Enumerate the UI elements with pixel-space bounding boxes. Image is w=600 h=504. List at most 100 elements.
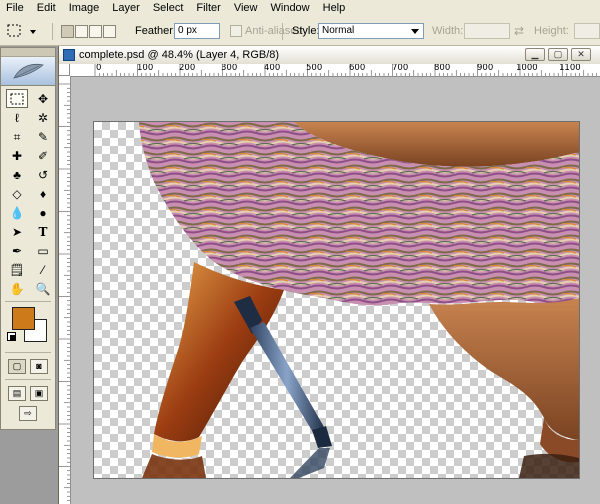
ruler-origin[interactable] xyxy=(59,64,70,76)
canvas-workspace[interactable] xyxy=(71,77,600,504)
swap-dimensions-icon[interactable]: ⇄ xyxy=(514,24,524,38)
feather-icon xyxy=(13,63,44,79)
pen-tool[interactable]: ✒ xyxy=(6,241,28,260)
dodge-tool[interactable]: ● xyxy=(32,203,54,222)
jump-row: ⇨ xyxy=(1,403,55,423)
shape-tool[interactable]: ▭ xyxy=(32,241,54,260)
ruler-label: 800 xyxy=(434,64,451,73)
color-swatches xyxy=(1,305,55,349)
magic-wand-tool[interactable]: ✲ xyxy=(32,108,54,127)
clone-stamp-icon: ♣ xyxy=(13,167,21,182)
clone-stamp-tool[interactable]: ♣ xyxy=(6,165,28,184)
menu-file[interactable]: File xyxy=(0,0,31,17)
zoom-tool[interactable]: 🔍 xyxy=(32,279,54,298)
intersect-selection-button[interactable] xyxy=(103,24,116,38)
paint-bucket-icon: ♦ xyxy=(39,186,47,201)
ruler-label: 1100 xyxy=(559,64,581,73)
lasso-icon: ℓ xyxy=(15,110,19,125)
width-label: Width: xyxy=(432,25,464,37)
eraser-icon: ◇ xyxy=(12,186,22,201)
document-titlebar[interactable]: complete.psd @ 48.4% (Layer 4, RGB/8) ▁ … xyxy=(59,46,600,65)
foreground-color-swatch[interactable] xyxy=(12,307,35,330)
width-input[interactable] xyxy=(464,23,510,39)
menu-window[interactable]: Window xyxy=(265,0,317,17)
ruler-label: 500 xyxy=(306,64,323,73)
menu-help[interactable]: Help xyxy=(317,0,353,17)
window-controls: ▁ ▢ ✕ xyxy=(525,48,591,61)
feather-input[interactable]: 0 px xyxy=(174,23,220,39)
toolbox-separator xyxy=(5,352,51,353)
notes-tool[interactable]: 🗒 xyxy=(6,260,28,279)
menu-filter[interactable]: Filter xyxy=(190,0,227,17)
hand-tool[interactable]: ✋ xyxy=(6,279,28,298)
zoom-icon: 🔍 xyxy=(35,281,51,296)
tool-preset-picker[interactable] xyxy=(4,17,40,45)
type-tool[interactable]: T xyxy=(32,222,54,241)
notes-icon: 🗒 xyxy=(9,262,25,277)
pen-icon: ✒ xyxy=(11,243,23,258)
quick-mask-icon: ◙ xyxy=(36,361,42,371)
standard-screen-button[interactable]: ▤ xyxy=(8,385,26,401)
standard-mode-icon: ▢ xyxy=(12,360,22,371)
ruler-label: 200 xyxy=(179,64,196,73)
brush-tool[interactable]: ✐ xyxy=(32,146,54,165)
vertical-ruler-ticks xyxy=(59,83,70,501)
menu-layer[interactable]: Layer xyxy=(106,0,147,17)
new-selection-button[interactable] xyxy=(61,24,74,38)
chevron-down-icon xyxy=(411,29,419,34)
toolbox-grip[interactable] xyxy=(1,48,55,57)
anti-aliased-checkbox[interactable] xyxy=(230,25,242,37)
crop-tool[interactable]: ⌗ xyxy=(6,127,28,146)
menu-select[interactable]: Select xyxy=(147,0,191,17)
eyedropper-tool[interactable]: ⁄ xyxy=(32,260,54,279)
marquee-preset-icon xyxy=(7,24,36,37)
style-label: Style: xyxy=(292,25,320,37)
height-label: Height: xyxy=(534,25,569,37)
minimize-button[interactable]: ▁ xyxy=(525,48,545,61)
ruler-label: 100 xyxy=(137,64,154,73)
lasso-tool[interactable]: ℓ xyxy=(6,108,28,127)
slice-tool[interactable]: ✎ xyxy=(32,127,54,146)
eraser-tool[interactable]: ◇ xyxy=(6,184,28,203)
history-brush-tool[interactable]: ↺ xyxy=(32,165,54,184)
add-to-selection-button[interactable] xyxy=(75,24,88,38)
toolbox-separator xyxy=(5,301,51,302)
skin-leg-shape xyxy=(429,298,579,440)
maximize-button[interactable]: ▢ xyxy=(548,48,568,61)
shape-icon: ▭ xyxy=(37,243,49,258)
mask-mode-row: ▢ ◙ xyxy=(1,356,55,376)
rectangular-marquee-tool[interactable] xyxy=(6,89,28,108)
menu-image[interactable]: Image xyxy=(63,0,107,17)
healing-brush-tool[interactable]: ✚ xyxy=(6,146,28,165)
full-screen-menu-button[interactable]: ▣ xyxy=(30,385,48,401)
psd-document-icon xyxy=(63,49,75,61)
jump-to-imageready-button[interactable]: ⇨ xyxy=(19,405,37,421)
image-canvas[interactable] xyxy=(93,121,580,479)
toolbox-separator xyxy=(5,379,51,380)
ruler-label: 0 xyxy=(96,64,102,73)
menu-edit[interactable]: Edit xyxy=(31,0,63,17)
ruler-label: 700 xyxy=(392,64,409,73)
selection-mode-group xyxy=(61,17,117,45)
vertical-ruler[interactable] xyxy=(59,76,71,504)
quick-mask-button[interactable]: ◙ xyxy=(30,358,48,374)
artwork-layers xyxy=(139,122,579,478)
vase-reflection-shape xyxy=(142,454,206,478)
path-selection-tool[interactable]: ➤ xyxy=(6,222,28,241)
eyedropper-icon: ⁄ xyxy=(41,262,44,277)
blur-icon: 💧 xyxy=(9,205,25,220)
photoshop-feather-logo[interactable] xyxy=(1,57,55,86)
paint-bucket-tool[interactable]: ♦ xyxy=(32,184,54,203)
subtract-selection-button[interactable] xyxy=(89,24,102,38)
default-colors-icon[interactable] xyxy=(7,332,16,341)
horizontal-ruler[interactable]: 0 100 200 300 400 500 600 700 800 900 10… xyxy=(70,64,600,77)
menu-view[interactable]: View xyxy=(228,0,265,17)
move-tool[interactable]: ✥ xyxy=(32,89,54,108)
height-input[interactable] xyxy=(574,23,600,39)
blur-tool[interactable]: 💧 xyxy=(6,203,28,222)
toe-reflection-shape xyxy=(519,453,579,478)
style-dropdown[interactable]: Normal xyxy=(318,23,424,39)
standard-mode-button[interactable]: ▢ xyxy=(8,358,26,374)
feather-label: Feather: xyxy=(135,25,176,37)
close-button[interactable]: ✕ xyxy=(571,48,591,61)
